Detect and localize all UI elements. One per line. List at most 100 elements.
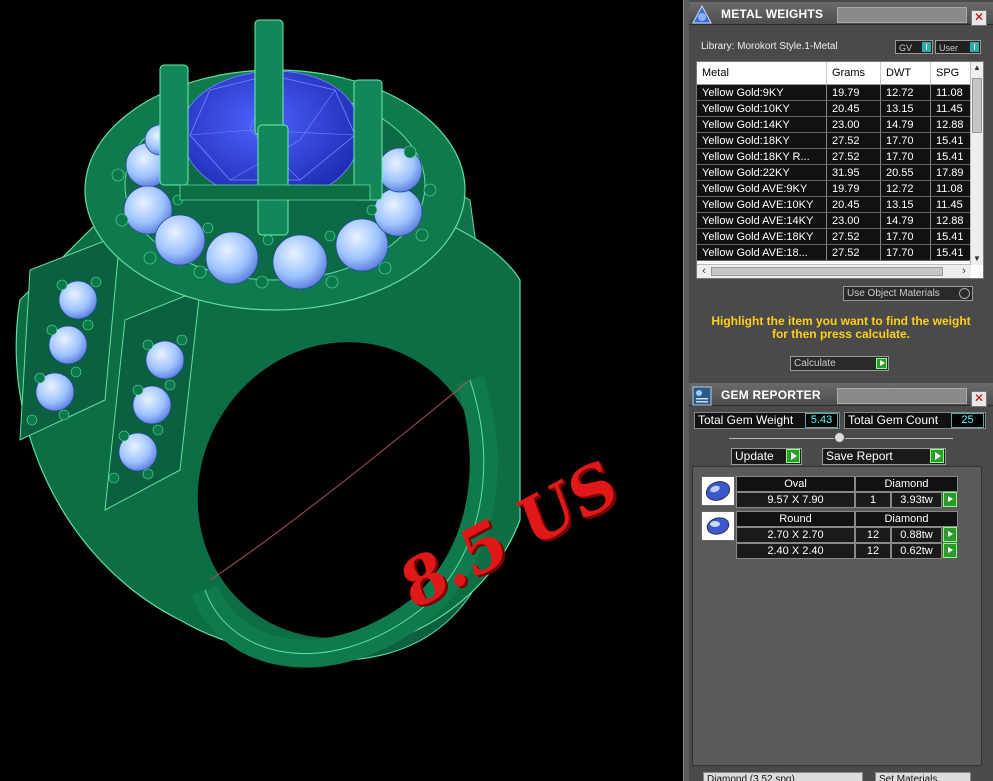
save-report-button[interactable]: Save Report (822, 448, 946, 465)
calculate-button[interactable]: Calculate (790, 356, 889, 371)
table-row[interactable]: Yellow Gold AVE:14KY 23.00 14.79 12.88 (697, 212, 980, 229)
table-row[interactable]: Yellow Gold AVE:18... 27.52 17.70 15.41 (697, 244, 980, 261)
total-gem-count-label: Total Gem Count (848, 413, 939, 427)
round-select-button-1[interactable] (943, 527, 957, 542)
col-grams[interactable]: Grams (826, 62, 881, 85)
table-row[interactable]: Yellow Gold AVE:9KY 19.79 12.72 11.08 (697, 180, 980, 197)
use-object-materials-toggle[interactable]: Use Object Materials (843, 286, 973, 301)
user-toggle[interactable]: User I (935, 40, 981, 54)
3d-viewport[interactable]: 8.5 US (0, 0, 683, 781)
metal-weights-table[interactable]: Metal Grams DWT SPG Yellow Gold:9KY 19.79… (696, 61, 984, 279)
close-icon[interactable]: ✕ (971, 10, 987, 26)
ring-model (15, 19, 521, 668)
gv-label: GV (899, 43, 913, 53)
hscroll-thumb[interactable] (711, 267, 943, 276)
dwt-cell: 17.70 (880, 244, 931, 261)
set-materials-button[interactable]: Set Materials (875, 772, 971, 781)
gem-reporter-titlebar[interactable]: GEM REPORTER ✕ (689, 383, 993, 407)
calculate-label: Calculate (794, 358, 836, 369)
total-gem-weight-value: 5.43 (805, 413, 838, 428)
gv-switch-icon: I (922, 42, 931, 52)
titlebar-fill (837, 388, 967, 404)
metal-cell: Yellow Gold AVE:18KY (697, 228, 827, 245)
save-report-label: Save Report (826, 449, 893, 463)
table-row[interactable]: Yellow Gold:14KY 23.00 14.79 12.88 (697, 116, 980, 133)
metal-cell: Yellow Gold:9KY (697, 84, 827, 101)
metal-weights-icon (692, 4, 712, 24)
col-dwt[interactable]: DWT (880, 62, 931, 85)
dwt-cell: 17.70 (880, 228, 931, 245)
oval-gem-thumbnail[interactable] (701, 476, 735, 506)
grams-cell: 27.52 (826, 132, 881, 149)
col-metal[interactable]: Metal (697, 62, 827, 85)
table-header-row: Metal Grams DWT SPG (697, 62, 980, 85)
round-size-2: 2.40 X 2.40 (736, 543, 855, 559)
scroll-up-icon[interactable]: ▲ (972, 63, 982, 73)
oval-shape-header: Oval (736, 476, 855, 492)
scroll-thumb[interactable] (972, 78, 982, 133)
use-object-materials-label: Use Object Materials (847, 288, 940, 299)
material-dropdown[interactable]: Diamond (3.52 spg) (703, 772, 863, 781)
scroll-right-icon[interactable]: › (958, 265, 970, 278)
hint-line-2: for then press calculate. (771, 327, 911, 341)
dwt-cell: 12.72 (880, 180, 931, 197)
oval-weight: 3.93tw (891, 492, 942, 508)
grams-cell: 19.79 (826, 84, 881, 101)
grams-cell: 23.00 (826, 212, 881, 229)
dwt-cell: 13.15 (880, 196, 931, 213)
round-select-button-2[interactable] (943, 543, 957, 558)
grams-cell: 27.52 (826, 228, 881, 245)
grams-cell: 20.45 (826, 196, 881, 213)
oval-select-button[interactable] (943, 492, 957, 507)
grams-cell: 19.79 (826, 180, 881, 197)
metal-cell: Yellow Gold:22KY (697, 164, 827, 181)
vertical-scrollbar[interactable]: ▲ ▼ (970, 62, 983, 265)
dwt-cell: 20.55 (880, 164, 931, 181)
titlebar-fill (837, 7, 967, 23)
round-count-1: 12 (855, 527, 891, 543)
grams-cell: 31.95 (826, 164, 881, 181)
total-gem-weight-label: Total Gem Weight (698, 413, 794, 427)
oval-count: 1 (855, 492, 891, 508)
table-row[interactable]: Yellow Gold:18KY 27.52 17.70 15.41 (697, 132, 980, 149)
grams-cell: 20.45 (826, 100, 881, 117)
total-gem-count-value: 25 (951, 413, 984, 428)
round-gem-thumbnail[interactable] (701, 511, 735, 541)
table-row[interactable]: Yellow Gold:22KY 31.95 20.55 17.89 (697, 164, 980, 181)
oval-size: 9.57 X 7.90 (736, 492, 855, 508)
dwt-cell: 13.15 (880, 100, 931, 117)
dwt-cell: 12.72 (880, 84, 931, 101)
update-button[interactable]: Update (731, 448, 802, 465)
table-row[interactable]: Yellow Gold AVE:18KY 27.52 17.70 15.41 (697, 228, 980, 245)
round-weight-1: 0.88tw (891, 527, 942, 543)
gv-toggle[interactable]: GV I (895, 40, 933, 54)
table-row[interactable]: Yellow Gold:9KY 19.79 12.72 11.08 (697, 84, 980, 101)
gem-list[interactable]: Oval Diamond 9.57 X 7.90 1 3.93tw Round … (692, 466, 982, 766)
scroll-left-icon[interactable]: ‹ (698, 265, 710, 278)
table-row[interactable]: Yellow Gold:18KY R... 27.52 17.70 15.41 (697, 148, 980, 165)
play-icon (876, 358, 887, 369)
play-icon (786, 449, 800, 463)
grams-cell: 27.52 (826, 148, 881, 165)
metal-cell: Yellow Gold AVE:9KY (697, 180, 827, 197)
user-label: User (939, 43, 959, 53)
scroll-down-icon[interactable]: ▼ (972, 254, 982, 264)
side-panel: METAL WEIGHTS ✕ Library: Morokort Style.… (689, 0, 993, 781)
round-size-1: 2.70 X 2.70 (736, 527, 855, 543)
close-icon[interactable]: ✕ (971, 391, 987, 407)
metal-cell: Yellow Gold:18KY (697, 132, 827, 149)
user-switch-icon: I (970, 42, 979, 52)
horizontal-scrollbar[interactable]: ‹ › (697, 264, 971, 278)
dwt-cell: 14.79 (880, 212, 931, 229)
metal-cell: Yellow Gold:14KY (697, 116, 827, 133)
metal-cell: Yellow Gold AVE:18... (697, 244, 827, 261)
metal-cell: Yellow Gold AVE:14KY (697, 212, 827, 229)
gem-reporter-icon (692, 386, 712, 406)
metal-weights-titlebar[interactable]: METAL WEIGHTS ✕ (689, 2, 993, 26)
update-label: Update (735, 449, 774, 463)
table-row[interactable]: Yellow Gold:10KY 20.45 13.15 11.45 (697, 100, 980, 117)
slider-knob[interactable] (834, 432, 845, 443)
table-row[interactable]: Yellow Gold AVE:10KY 20.45 13.15 11.45 (697, 196, 980, 213)
round-gem-icon (706, 517, 730, 535)
round-type-header: Diamond (855, 511, 958, 527)
